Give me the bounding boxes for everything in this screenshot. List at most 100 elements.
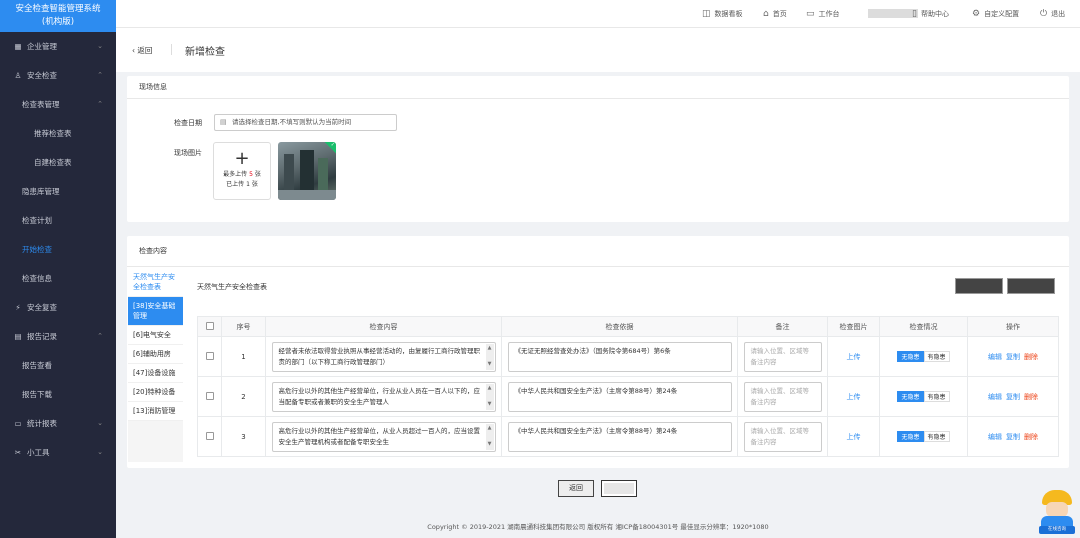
workbench-link[interactable]: ▭ 工作台 [806, 0, 840, 28]
checkbox-cell [197, 376, 222, 417]
content-textarea[interactable]: 高危行业以外的其他生产经营单位，从业人员超过一百人的，应当设置安全生产管理机构或… [271, 421, 496, 452]
basis-textarea[interactable]: 《无证无照经营查处办法》（国务院令第684号）第6条 [507, 341, 732, 372]
category-item[interactable]: [47]设备设施 [128, 364, 183, 383]
has-hazard-toggle[interactable]: 有隐患 [923, 351, 950, 362]
category-item[interactable]: [38]安全基础管理 [128, 297, 183, 326]
submit-button[interactable] [601, 480, 637, 497]
scroll-arrows-icon[interactable]: ▲ ▼ [485, 423, 494, 450]
select-all-cell [197, 316, 222, 337]
help-link[interactable]: ▯ 帮助中心 [912, 0, 949, 28]
row-checkbox[interactable] [205, 431, 214, 440]
inspection-icon: ♙ [14, 71, 22, 80]
status-cell: 无隐患 有隐患 [879, 376, 968, 417]
basis-textarea[interactable]: 《中华人民共和国安全生产法》（主席令第88号）第24条 [507, 381, 732, 412]
back-button[interactable]: 返回 [558, 480, 594, 497]
calendar-icon: ▤ [220, 118, 227, 126]
upload-link[interactable]: 上传 [847, 353, 861, 361]
copy-button[interactable]: 复制 [1006, 353, 1020, 361]
basis-textarea[interactable]: 《中华人民共和国安全生产法》（主席令第88号）第24条 [507, 421, 732, 452]
photo-cell: 上传 [827, 416, 880, 457]
sidebar-item-reports[interactable]: ▤ 报告记录 ⌃ [0, 322, 116, 351]
online-consult-mascot[interactable]: 在线咨询 [1037, 490, 1077, 534]
photo-label: 现场图片 [174, 149, 202, 157]
sidebar-item-custom-checklist[interactable]: 自建检查表 [0, 148, 116, 177]
photo-cell: 上传 [827, 336, 880, 377]
upload-link[interactable]: 上传 [847, 393, 861, 401]
remark-textarea[interactable]: 请输入位置、区域等备注内容 [743, 341, 822, 372]
edit-button[interactable]: 编辑 [988, 393, 1002, 401]
home-link[interactable]: ⌂ 首页 [763, 0, 787, 28]
no-hazard-toggle[interactable]: 无隐患 [897, 351, 924, 362]
category-item[interactable]: [6]电气安全 [128, 326, 183, 345]
dashboard-icon: ◫ [702, 9, 711, 19]
app-logo: 安全检查智能管理系统 (机构版) [0, 0, 116, 32]
category-item[interactable]: [6]辅助用房 [128, 345, 183, 364]
sidebar-item-check-info[interactable]: 检查信息 [0, 264, 116, 293]
no-hazard-toggle[interactable]: 无隐患 [897, 391, 924, 402]
content-textarea[interactable]: 高危行业以外的其他生产经营单位，行业从业人员在一百人以下的，应当配备专职或者兼职… [271, 381, 496, 412]
sidebar-item-start-check[interactable]: 开始检查 [0, 235, 116, 264]
page-title: 新增检查 [185, 47, 225, 58]
consult-badge: 在线咨询 [1039, 526, 1075, 534]
plus-icon: + [234, 148, 250, 169]
chevron-down-icon: ⌄ [97, 419, 103, 427]
has-hazard-toggle[interactable]: 有隐患 [923, 431, 950, 442]
remark-textarea[interactable]: 请输入位置、区域等备注内容 [743, 381, 822, 412]
status-cell: 无隐患 有隐患 [879, 336, 968, 377]
app-title-line1: 安全检查智能管理系统 [15, 4, 101, 14]
category-item[interactable]: 天然气生产安全检查表 [128, 268, 183, 297]
sidebar: 安全检查智能管理系统 (机构版) ▦ 企业管理 ⌄ ♙ 安全检查 ⌃ 检查表管理 ⌃ 推荐… [0, 0, 116, 538]
row-checkbox[interactable] [205, 351, 214, 360]
actions-cell: 编辑 复制 删除 [967, 416, 1059, 457]
delete-button[interactable]: 删除 [1024, 393, 1038, 401]
table-row: 1 经营者未依法取得营业执照从事经营活动的，由复履行工商行政管理职责的部门（以下… [197, 336, 1059, 377]
sidebar-item-hazard-lib[interactable]: 隐患库管理 [0, 177, 116, 206]
actions-cell: 编辑 复制 删除 [967, 336, 1059, 377]
scroll-arrows-icon[interactable]: ▲ ▼ [485, 343, 494, 370]
date-label: 检查日期 [174, 119, 202, 127]
photo-shape [278, 190, 336, 200]
copy-button[interactable]: 复制 [1006, 393, 1020, 401]
select-all-checkbox[interactable] [205, 321, 214, 330]
delete-button[interactable]: 删除 [1024, 353, 1038, 361]
sidebar-item-company[interactable]: ▦ 企业管理 ⌄ [0, 32, 116, 61]
photo-shape [318, 158, 328, 192]
sidebar-item-checklist-mgmt[interactable]: 检查表管理 ⌃ [0, 90, 116, 119]
back-link[interactable]: ‹ 返回 [132, 45, 152, 56]
edit-button[interactable]: 编辑 [988, 433, 1002, 441]
category-item[interactable]: [13]消防管理 [128, 402, 183, 421]
dashboard-link[interactable]: ◫ 数据看板 [702, 0, 743, 28]
logout-link[interactable]: ⏻ 退出 [1040, 0, 1065, 28]
toolbar-button[interactable] [1007, 278, 1055, 294]
category-list: 天然气生产安全检查表 [38]安全基础管理 [6]电气安全 [6]辅助用房 [4… [128, 268, 183, 462]
content-textarea[interactable]: 经营者未依法取得营业执照从事经营活动的，由复履行工商行政管理职责的部门（以下称工… [271, 341, 496, 372]
chevron-down-icon: ⌄ [97, 448, 103, 456]
sidebar-item-report-download[interactable]: 报告下载 [0, 380, 116, 409]
remark-textarea[interactable]: 请输入位置、区域等备注内容 [743, 421, 822, 452]
has-hazard-toggle[interactable]: 有隐患 [923, 391, 950, 402]
col-header: 操作 [967, 316, 1059, 337]
date-picker-input[interactable]: ▤ 请选择检查日期,不填写则默认为当前时间 [214, 114, 397, 131]
sidebar-item-recommended[interactable]: 推荐检查表 [0, 119, 116, 148]
photo-shape [300, 150, 314, 192]
sidebar-item-stats[interactable]: ▭ 统计报表 ⌄ [0, 409, 116, 438]
toolbar-button[interactable] [955, 278, 1003, 294]
photo-upload-button[interactable]: + 最多上传 5 张 已上传 1 张 [213, 142, 271, 200]
sidebar-item-tools[interactable]: ✂ 小工具 ⌄ [0, 438, 116, 467]
edit-button[interactable]: 编辑 [988, 353, 1002, 361]
upload-link[interactable]: 上传 [847, 433, 861, 441]
sidebar-item-safety-check[interactable]: ♙ 安全检查 ⌃ [0, 61, 116, 90]
copy-button[interactable]: 复制 [1006, 433, 1020, 441]
check-icon: ✓ [330, 142, 335, 148]
no-hazard-toggle[interactable]: 无隐患 [897, 431, 924, 442]
custom-config-link[interactable]: ⚙ 自定义配置 [972, 0, 1019, 28]
scroll-arrows-icon[interactable]: ▲ ▼ [485, 383, 494, 410]
sidebar-item-recheck[interactable]: ⚡ 安全复查 [0, 293, 116, 322]
category-item[interactable]: [20]特种设备 [128, 383, 183, 402]
delete-button[interactable]: 删除 [1024, 433, 1038, 441]
header-divider [171, 44, 172, 55]
row-checkbox[interactable] [205, 391, 214, 400]
sidebar-item-report-view[interactable]: 报告查看 [0, 351, 116, 380]
sidebar-item-plan[interactable]: 检查计划 [0, 206, 116, 235]
uploaded-photo-thumbnail[interactable]: ✓ [278, 142, 336, 200]
